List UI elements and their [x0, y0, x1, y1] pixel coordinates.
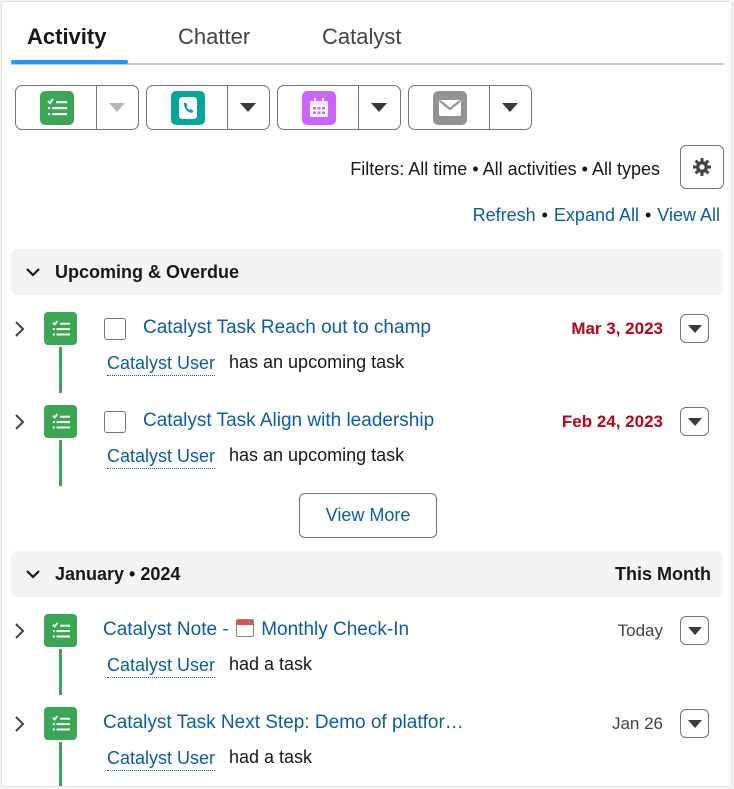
tab-chatter[interactable]: Chatter	[178, 24, 250, 50]
chevron-right-icon[interactable]	[13, 621, 27, 641]
item-description: had a task	[229, 747, 313, 767]
calendar-emoji-icon	[235, 619, 254, 637]
item-menu-button[interactable]	[680, 616, 709, 645]
section-title: January • 2024	[55, 564, 181, 584]
timeline-item: Catalyst Task Align with leadership Feb …	[11, 396, 723, 489]
section-january-2024[interactable]: January • 2024 This Month	[11, 551, 723, 597]
task-icon	[44, 614, 77, 647]
task-checkbox[interactable]	[104, 411, 126, 433]
task-subject-link[interactable]: Catalyst Task Reach out to champ	[143, 317, 431, 339]
filter-settings-button[interactable]	[680, 145, 724, 189]
subject-prefix: Catalyst Note -	[103, 619, 234, 640]
chevron-right-icon[interactable]	[13, 412, 27, 432]
refresh-link[interactable]: Refresh	[473, 205, 536, 225]
chevron-down-icon[interactable]	[240, 103, 256, 112]
log-call-button[interactable]	[146, 85, 270, 130]
calendar-icon	[302, 91, 336, 125]
task-icon	[44, 312, 77, 345]
task-checkbox[interactable]	[104, 318, 126, 340]
user-link[interactable]: Catalyst User	[107, 748, 216, 771]
item-description: has an upcoming task	[229, 445, 405, 465]
button-divider	[489, 86, 490, 129]
task-subject-link[interactable]: Catalyst Task Next Step: Demo of platfor…	[103, 712, 464, 734]
section-upcoming-overdue[interactable]: Upcoming & Overdue	[11, 249, 723, 295]
timeline-item: Catalyst Note - Monthly Check-In Today C…	[11, 605, 723, 698]
item-menu-button[interactable]	[680, 407, 709, 436]
tab-activity[interactable]: Activity	[27, 24, 106, 50]
link-separator: •	[541, 205, 548, 225]
item-description: has an upcoming task	[229, 352, 405, 372]
new-event-button[interactable]	[277, 85, 401, 130]
call-log-icon	[171, 91, 205, 125]
task-icon	[40, 91, 74, 125]
active-tab-indicator	[11, 60, 128, 64]
tab-bar: Activity Chatter Catalyst	[11, 2, 724, 65]
task-date: Jan 26	[611, 714, 663, 733]
email-icon	[433, 91, 467, 125]
chevron-down-icon	[26, 570, 40, 579]
button-divider	[96, 86, 97, 129]
view-more-button[interactable]: View More	[299, 493, 437, 538]
item-menu-button[interactable]	[680, 709, 709, 738]
task-icon	[44, 707, 77, 740]
chevron-right-icon[interactable]	[13, 319, 27, 339]
timeline-item: Catalyst Task Reach out to champ Mar 3, …	[11, 303, 723, 396]
chevron-down-icon[interactable]	[109, 103, 125, 112]
task-due-date: Mar 3, 2023	[571, 319, 663, 338]
task-date: Today	[617, 621, 663, 640]
activity-panel: Activity Chatter Catalyst Filters: All t…	[1, 1, 732, 787]
filters-summary: Filters: All time • All activities • All…	[350, 159, 660, 179]
user-link[interactable]: Catalyst User	[107, 446, 216, 469]
timeline-line	[59, 742, 62, 786]
button-divider	[358, 86, 359, 129]
section-title: Upcoming & Overdue	[55, 262, 240, 282]
timeline-item: Catalyst Task Next Step: Demo of platfor…	[11, 698, 723, 786]
gear-icon	[693, 158, 711, 176]
email-button[interactable]	[408, 85, 532, 130]
chevron-right-icon[interactable]	[13, 714, 27, 734]
timeline-line	[59, 440, 62, 486]
subject-suffix: Monthly Check-In	[255, 619, 410, 640]
task-icon	[44, 405, 77, 438]
task-due-date: Feb 24, 2023	[561, 412, 663, 431]
chevron-down-icon[interactable]	[502, 103, 518, 112]
link-separator: •	[644, 205, 652, 225]
expand-all-link[interactable]: Expand All	[554, 205, 639, 225]
task-subject-link[interactable]: Catalyst Task Align with leadership	[143, 410, 434, 432]
tab-catalyst[interactable]: Catalyst	[322, 24, 401, 50]
section-period-label: This Month	[615, 564, 711, 584]
item-menu-button[interactable]	[680, 314, 709, 343]
timeline-line	[59, 649, 62, 695]
new-task-button[interactable]	[15, 85, 139, 130]
chevron-down-icon	[26, 268, 40, 277]
activity-links: Refresh • Expand All • View All	[473, 205, 720, 226]
task-subject-link[interactable]: Catalyst Note - Monthly Check-In	[103, 619, 409, 641]
item-description: had a task	[229, 654, 313, 674]
user-link[interactable]: Catalyst User	[107, 655, 216, 678]
chevron-down-icon[interactable]	[371, 103, 387, 112]
timeline-line	[59, 347, 62, 393]
user-link[interactable]: Catalyst User	[107, 353, 216, 376]
button-divider	[227, 86, 228, 129]
view-all-link[interactable]: View All	[657, 205, 720, 225]
